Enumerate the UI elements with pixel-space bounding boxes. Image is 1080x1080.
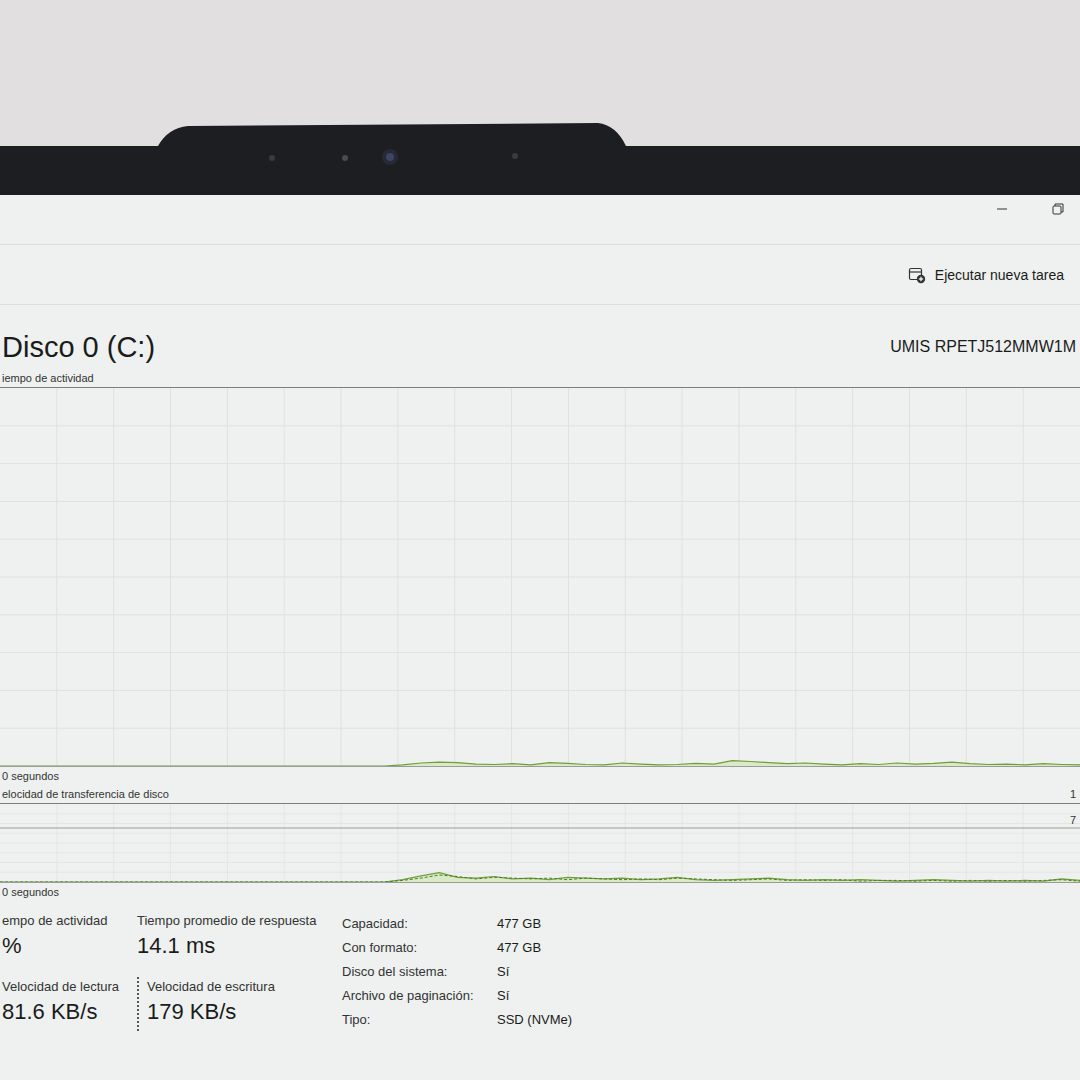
detail-label: Tipo: <box>342 1012 497 1027</box>
sensor-icon <box>342 155 348 161</box>
stat-value: 179 KB/s <box>147 997 342 1027</box>
detail-value: SSD (NVMe) <box>497 1012 572 1027</box>
restore-icon[interactable] <box>1050 201 1066 217</box>
stat: empo de actividad% <box>2 911 137 965</box>
chart-label: elocidad de transferencia de disco <box>2 788 169 800</box>
disk-header: Disco 0 (C:) UMIS RPETJ512MMW1M <box>0 305 1080 369</box>
detail-value: 477 GB <box>497 916 572 931</box>
stat-value: 81.6 KB/s <box>2 997 137 1027</box>
stat-label: Velocidad de lectura <box>2 977 137 997</box>
axis-tick: 1 <box>1070 788 1076 800</box>
stat: Velocidad de escritura179 KB/s <box>137 977 342 1031</box>
time-label: 0 segundos <box>2 886 59 898</box>
write-line <box>0 875 1080 882</box>
minimize-icon[interactable] <box>994 201 1010 217</box>
stat-label: Velocidad de escritura <box>147 977 342 997</box>
disk-model: UMIS RPETJ512MMW1M <box>890 338 1076 356</box>
sensor-icon <box>269 155 275 161</box>
read-line <box>0 873 1080 882</box>
stat-label: empo de actividad <box>2 911 137 931</box>
stats-panel: empo de actividad%Tiempo promedio de res… <box>0 901 1080 1031</box>
detail-value: Sí <box>497 964 572 979</box>
activity-line <box>0 761 1080 766</box>
transfer-chart: 7 <box>0 803 1080 883</box>
time-label: 0 segundos <box>2 770 59 782</box>
time-label-row: 0 segundos <box>0 767 1080 785</box>
detail-value: Sí <box>497 988 572 1003</box>
disk-title: Disco 0 (C:) <box>2 331 155 364</box>
chart-label-row: iempo de actividad <box>0 369 1080 387</box>
run-task-button[interactable]: Ejecutar nueva tarea <box>906 262 1066 288</box>
transfer-graph <box>0 804 1080 882</box>
stat-label: Tiempo promedio de respuesta <box>137 911 342 931</box>
details-grid: Capacidad:477 GBCon formato:477 GBDisco … <box>342 911 572 1031</box>
toolbar: Ejecutar nueva tarea <box>0 245 1080 305</box>
detail-label: Archivo de paginación: <box>342 988 497 1003</box>
detail-label: Capacidad: <box>342 916 497 931</box>
stat-value: % <box>2 931 137 961</box>
task-manager: Ejecutar nueva tarea Disco 0 (C:) UMIS RPE… <box>0 195 1080 1080</box>
detail-label: Disco del sistema: <box>342 964 497 979</box>
photo: Ejecutar nueva tarea Disco 0 (C:) UMIS RPE… <box>0 0 1080 1080</box>
camera-icon <box>382 149 398 165</box>
run-task-label: Ejecutar nueva tarea <box>935 267 1064 283</box>
time-label-row: 0 segundos <box>0 883 1080 901</box>
activity-graph <box>0 388 1080 766</box>
sensor-icon <box>512 153 518 159</box>
stat: Velocidad de lectura81.6 KB/s <box>2 977 137 1031</box>
axis-tick: 7 <box>1070 814 1076 826</box>
activity-chart <box>0 387 1080 767</box>
activity-area <box>0 761 1080 766</box>
detail-label: Con formato: <box>342 940 497 955</box>
title-bar <box>0 195 1080 245</box>
stat: Tiempo promedio de respuesta14.1 ms <box>137 911 342 965</box>
stat-value: 14.1 ms <box>137 931 342 961</box>
detail-value: 477 GB <box>497 940 572 955</box>
new-task-icon <box>908 266 926 284</box>
chart-label: iempo de actividad <box>2 372 94 384</box>
stats-grid: empo de actividad%Tiempo promedio de res… <box>2 911 342 1031</box>
laptop-bezel <box>0 0 1080 195</box>
chart-label-row: elocidad de transferencia de disco 1 <box>0 785 1080 803</box>
read-area <box>0 873 1080 882</box>
